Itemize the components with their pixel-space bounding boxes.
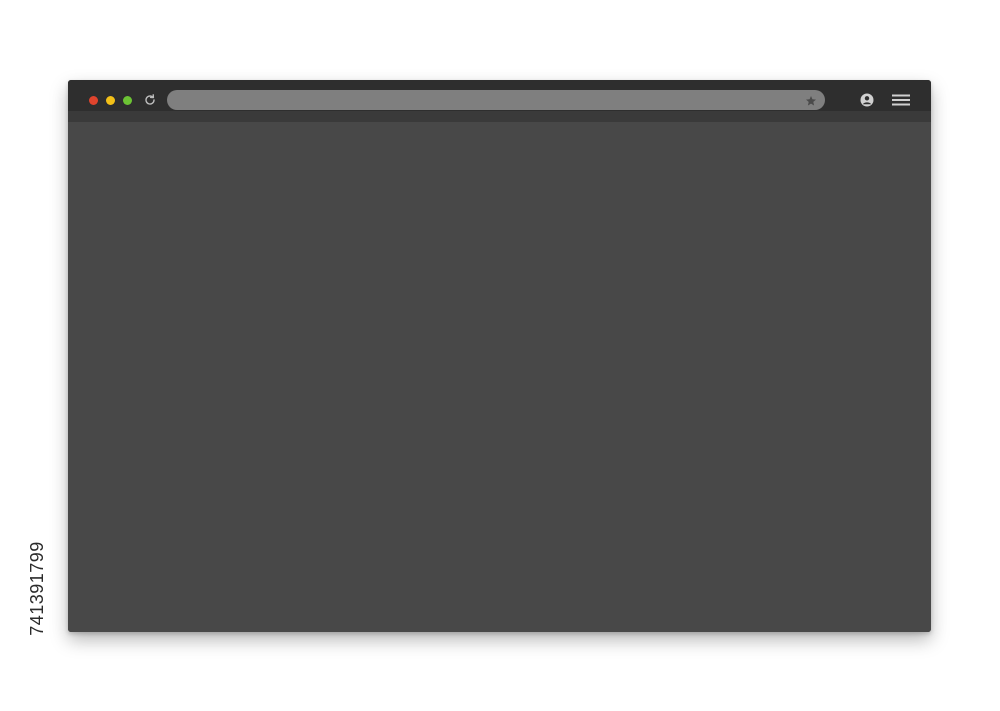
maximize-dot-icon[interactable] bbox=[123, 96, 132, 105]
browser-toolbar bbox=[68, 80, 931, 122]
hamburger-menu-icon[interactable] bbox=[891, 93, 911, 107]
close-dot-icon[interactable] bbox=[89, 96, 98, 105]
reload-icon[interactable] bbox=[143, 93, 157, 107]
page-viewport[interactable] bbox=[68, 122, 931, 632]
toolbar-bottom-strip bbox=[68, 111, 931, 122]
address-bar-input[interactable] bbox=[167, 90, 825, 110]
stock-id-text: 741391799 bbox=[26, 540, 47, 636]
browser-window bbox=[68, 80, 931, 632]
stock-id-watermark: 741391799 bbox=[22, 478, 52, 698]
minimize-dot-icon[interactable] bbox=[106, 96, 115, 105]
star-icon[interactable] bbox=[805, 94, 817, 106]
account-icon[interactable] bbox=[860, 93, 874, 107]
